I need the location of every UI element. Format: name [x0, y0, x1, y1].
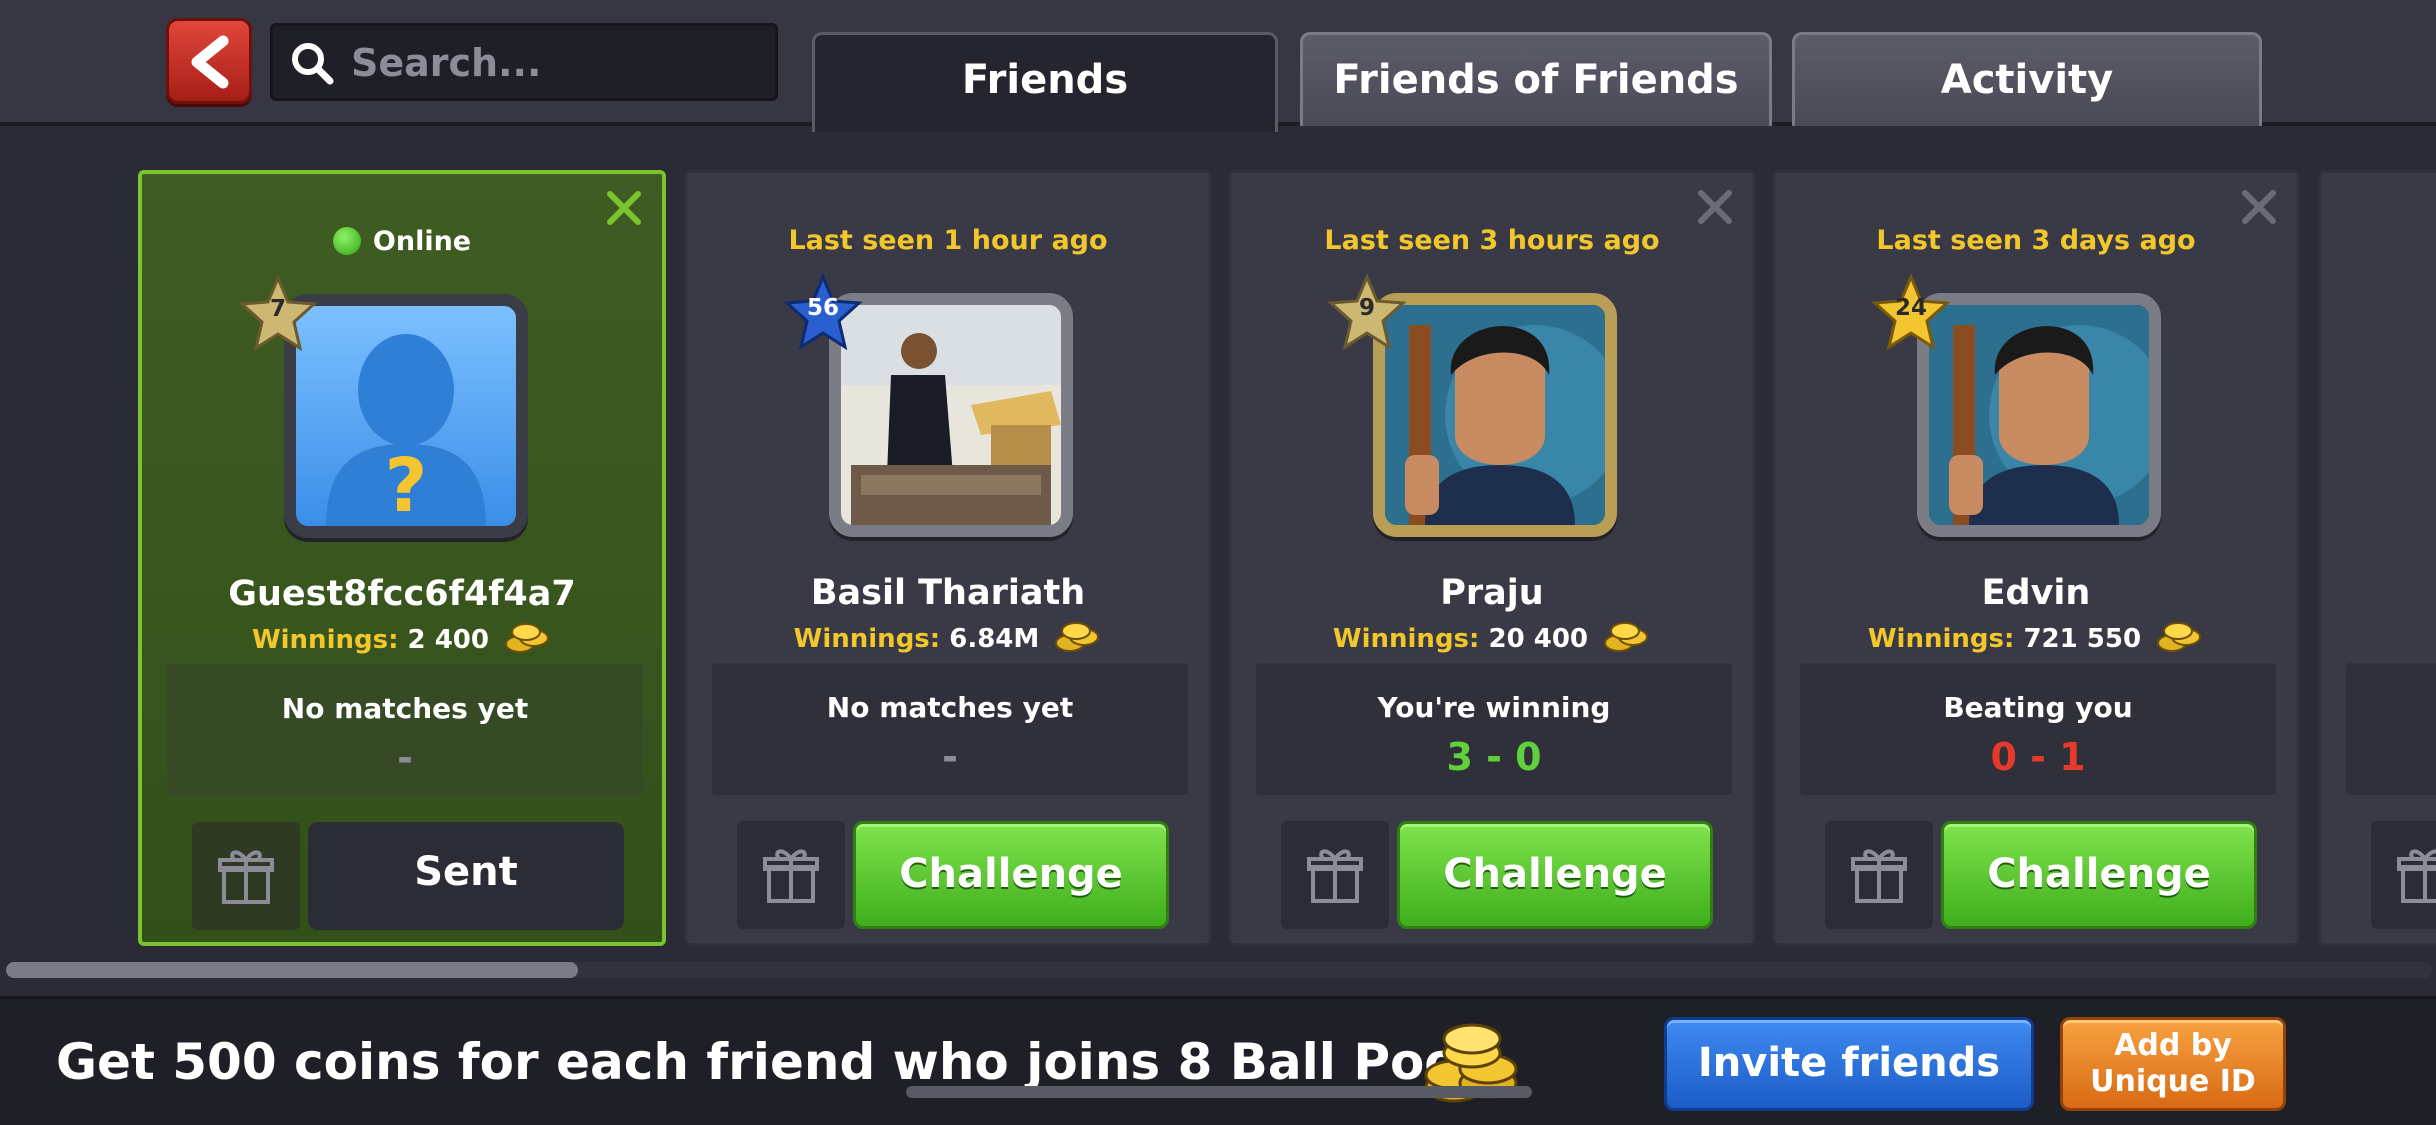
winnings-value: 20 400 — [1488, 624, 1589, 654]
sent-button[interactable]: Sent — [308, 822, 624, 930]
winnings-value: 6.84M — [949, 624, 1040, 654]
top-bar: Friends Friends of Friends Activity — [0, 0, 2436, 132]
winnings-value: 721 550 — [2023, 624, 2142, 654]
photo-avatar-icon — [841, 305, 1061, 525]
horizontal-scrollbar[interactable] — [6, 962, 2432, 978]
last-seen-status: Last seen 3 days ago — [1876, 225, 2196, 256]
record-text: You're winning — [1377, 691, 1611, 724]
online-status: Online — [142, 226, 662, 257]
last-seen-status: Last seen 1 hour ago — [788, 225, 1108, 256]
bottom-bar: Get 500 coins for each friend who joins … — [0, 996, 2436, 1125]
friend-card: Last seen 3 hours ago 9 Praju Winnings: … — [1228, 170, 1756, 946]
coin-stack-icon — [2157, 622, 2202, 652]
friend-card: Online ? 7 Guest8fcc6f4f4a7 Winnings: 2 … — [138, 170, 666, 946]
friend-card: Last seen 1 hour ago 56 Basil Thariath W… — [684, 170, 1212, 946]
level-badge: 7 — [238, 274, 318, 354]
online-dot-icon — [332, 227, 361, 255]
gift-icon — [2397, 849, 2436, 903]
record-text: No matches yet — [281, 692, 529, 725]
gift-icon — [1307, 849, 1363, 903]
add-by-unique-id-button[interactable]: Add by Unique ID — [2060, 1017, 2286, 1111]
winnings: Winnings: 721 550 — [1775, 621, 2297, 654]
close-icon[interactable] — [1695, 187, 1735, 227]
player-name: Basil Thariath — [810, 573, 1086, 613]
level-number: 7 — [269, 296, 286, 322]
avatar[interactable]: ? — [284, 294, 528, 538]
close-icon[interactable] — [604, 188, 644, 228]
record-score: - — [942, 735, 958, 779]
winnings: Winnings: 2 400 — [142, 622, 662, 655]
gift-button[interactable] — [1281, 821, 1389, 929]
friends-carousel[interactable]: Online ? 7 Guest8fcc6f4f4a7 Winnings: 2 … — [0, 170, 2436, 948]
gift-button[interactable] — [192, 822, 300, 930]
character-avatar-icon — [1385, 305, 1605, 525]
search-input[interactable] — [349, 36, 763, 90]
winnings-label: Winnings: — [793, 624, 941, 654]
friend-card-partial — [2318, 170, 2436, 946]
coin-stack-icon — [1055, 622, 1100, 652]
record-text: Beating you — [1943, 691, 2133, 724]
coin-stack-icon — [1604, 622, 1649, 652]
challenge-button[interactable]: Challenge — [1397, 821, 1713, 929]
level-badge: 56 — [783, 273, 863, 353]
challenge-button[interactable]: Challenge — [1941, 821, 2257, 929]
tab-friends[interactable]: Friends — [812, 32, 1278, 132]
scrollbar-thumb[interactable] — [6, 962, 578, 978]
winnings: Winnings: 20 400 — [1231, 621, 1753, 654]
status-text: Online — [372, 226, 472, 257]
match-record — [2346, 663, 2436, 795]
level-badge: 9 — [1327, 273, 1407, 353]
level-number: 56 — [806, 295, 839, 321]
gift-button[interactable] — [737, 821, 845, 929]
avatar[interactable] — [1917, 293, 2161, 537]
back-arrow-icon — [191, 35, 229, 89]
player-name: Guest8fcc6f4f4a7 — [228, 574, 576, 614]
winnings-label: Winnings: — [1867, 624, 2015, 654]
gift-icon — [763, 849, 819, 903]
level-number: 24 — [1894, 295, 1927, 321]
level-number: 9 — [1358, 295, 1375, 321]
avatar[interactable] — [829, 293, 1073, 537]
invite-friends-button[interactable]: Invite friends — [1664, 1017, 2034, 1111]
gift-icon — [218, 850, 274, 904]
tab-activity[interactable]: Activity — [1792, 32, 2262, 126]
match-record: Beating you 0 - 1 — [1800, 663, 2276, 795]
match-record: No matches yet - — [712, 663, 1188, 795]
winnings-label: Winnings: — [1332, 624, 1480, 654]
winnings-label: Winnings: — [251, 625, 399, 655]
svg-text:?: ? — [385, 443, 428, 526]
tab-friends-of-friends[interactable]: Friends of Friends — [1300, 32, 1772, 126]
gift-button[interactable] — [2371, 821, 2436, 929]
player-name: Praju — [1440, 573, 1544, 613]
player-name: Edvin — [1981, 573, 2091, 613]
search-icon — [292, 43, 334, 85]
level-badge: 24 — [1871, 273, 1951, 353]
match-record: No matches yet - — [167, 664, 643, 796]
guest-avatar-icon: ? — [296, 306, 516, 526]
close-icon[interactable] — [2239, 187, 2279, 227]
record-text: No matches yet — [826, 691, 1074, 724]
gift-icon — [1851, 849, 1907, 903]
record-score: 3 - 0 — [1446, 735, 1542, 779]
promo-text: Get 500 coins for each friend who joins … — [56, 1033, 1499, 1091]
coin-stack-icon — [505, 623, 550, 653]
gift-button[interactable] — [1825, 821, 1933, 929]
record-score: - — [397, 736, 413, 780]
avatar[interactable] — [1373, 293, 1617, 537]
back-button[interactable] — [166, 18, 252, 104]
friend-card: Last seen 3 days ago 24 Edvin Winnings: … — [1772, 170, 2300, 946]
character-avatar-icon — [1929, 305, 2149, 525]
winnings: Winnings: 6.84M — [687, 621, 1209, 654]
winnings-value: 2 400 — [407, 625, 489, 655]
search-box[interactable] — [270, 23, 778, 101]
challenge-button[interactable]: Challenge — [853, 821, 1169, 929]
record-score: 0 - 1 — [1990, 735, 2086, 779]
match-record: You're winning 3 - 0 — [1256, 663, 1732, 795]
home-indicator — [906, 1086, 1532, 1098]
last-seen-status: Last seen 3 hours ago — [1324, 225, 1660, 256]
